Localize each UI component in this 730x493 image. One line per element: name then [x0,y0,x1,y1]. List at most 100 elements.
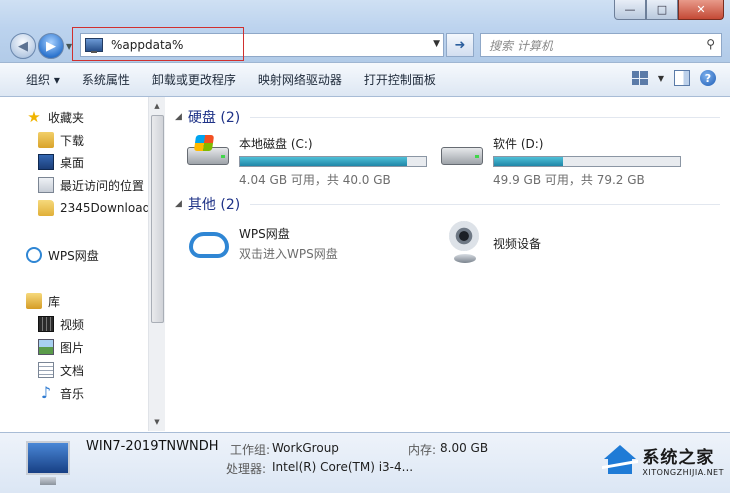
house-logo-icon [602,445,639,475]
drive-space-info: 4.04 GB 可用，共 40.0 GB [239,173,391,187]
nav-label: 文档 [60,363,85,378]
collapse-triangle-icon[interactable]: ◢ [175,112,182,122]
command-bar: 组织 ▾ 系统属性 卸载或更改程序 映射网络驱动器 打开控制面板 ▼ ? [0,63,730,97]
video-device-item[interactable]: 视频设备 [447,221,541,265]
nav-label: 音乐 [60,386,85,401]
video-icon [38,316,54,332]
minimize-button[interactable]: — [614,0,646,20]
nav-label: 视频 [60,317,85,332]
uninstall-program-button[interactable]: 卸载或更改程序 [141,71,247,88]
computer-icon [26,441,70,485]
hard-drive-icon [441,135,485,171]
search-input[interactable]: 搜索 计算机 [489,37,553,54]
explorer-window: — □ ✕ ◀ ▶ ▼ %appdata% ▼ ➜ 搜索 计算机 ⚲ 组织 ▾ … [0,0,730,493]
nav-item-desktop[interactable]: 桌面 [38,152,84,172]
item-description: 双击进入WPS网盘 [239,247,338,261]
memory-label: 内存: [408,443,437,457]
nav-item-2345downloads[interactable]: 2345Downloads [38,198,148,218]
item-name: WPS网盘 [239,227,290,241]
content-pane: ◢ 硬盘 (2) 本地磁盘 (C:) 4.04 GB 可用，共 40.0 GB … [165,97,730,431]
watermark-title: 系统之家 [642,448,715,468]
maximize-button[interactable]: □ [646,0,678,20]
group-header-other[interactable]: ◢ 其他 (2) [175,194,720,214]
navigation-pane: ★ 收藏夹 下载 桌面 最近访问的位置 2345Downloads WPS网盘 … [0,97,165,431]
map-network-drive-button[interactable]: 映射网络驱动器 [247,71,353,88]
drive-usage-bar [493,156,681,167]
navigation-tree: ★ 收藏夹 下载 桌面 最近访问的位置 2345Downloads WPS网盘 … [0,97,148,431]
workgroup-label: 工作组: [230,443,271,457]
cpu-value: Intel(R) Core(TM) i3-4... [272,460,414,474]
library-icon [26,293,42,309]
drive-name: 软件 (D:) [493,137,544,151]
document-icon [38,362,54,378]
preview-pane-icon[interactable] [674,70,690,86]
nav-item-videos[interactable]: 视频 [38,314,84,334]
nav-label: 库 [48,294,61,309]
go-button[interactable]: ➜ [446,33,474,57]
group-title: 硬盘 (2) [187,110,241,126]
group-title: 其他 (2) [187,197,241,213]
nav-item-music[interactable]: ♪ 音乐 [38,383,84,403]
forward-arrow-icon: ▶ [46,38,56,54]
drive-name: 本地磁盘 (C:) [239,137,313,151]
site-watermark: 系统之家 XITONGZHIJIA.NET [602,443,724,477]
title-bar: — □ ✕ ◀ ▶ ▼ %appdata% ▼ ➜ 搜索 计算机 ⚲ [0,0,730,63]
open-control-panel-button[interactable]: 打开控制面板 [353,71,447,88]
nav-item-recent[interactable]: 最近访问的位置 [38,175,144,195]
scroll-up-icon[interactable]: ▲ [149,99,165,113]
nav-scrollbar[interactable]: ▲ ▼ [148,97,165,431]
scroll-down-icon[interactable]: ▼ [149,415,165,429]
scroll-thumb[interactable] [151,115,164,323]
computer-name: WIN7-2019TNWNDH [86,439,219,454]
group-divider [250,203,720,205]
webcam-icon [447,221,483,265]
nav-item-documents[interactable]: 文档 [38,360,84,380]
nav-item-libraries[interactable]: 库 [26,291,60,311]
system-drive-icon [187,135,231,171]
group-header-hdd[interactable]: ◢ 硬盘 (2) [175,107,720,127]
workgroup-value: WorkGroup [272,441,339,455]
recent-places-icon [38,177,54,193]
search-icon[interactable]: ⚲ [706,37,715,51]
folder-icon [38,200,54,216]
nav-label: 图片 [60,340,85,355]
star-icon: ★ [27,108,41,126]
nav-label: 桌面 [60,155,85,170]
back-button[interactable]: ◀ [10,33,36,59]
nav-item-wps[interactable]: WPS网盘 [26,245,99,265]
nav-label: 下载 [60,133,85,148]
wps-cloud-item[interactable]: WPS网盘 双击进入WPS网盘 [187,225,338,262]
forward-button[interactable]: ▶ [38,33,64,59]
back-arrow-icon: ◀ [18,38,28,54]
nav-item-downloads[interactable]: 下载 [38,130,84,150]
help-icon[interactable]: ? [700,70,716,86]
nav-label: 收藏夹 [48,110,85,125]
details-pane: WIN7-2019TNWNDH 工作组: WorkGroup 内存: 8.00 … [0,432,730,493]
drive-d[interactable]: 软件 (D:) 49.9 GB 可用，共 79.2 GB [441,135,681,188]
collapse-triangle-icon[interactable]: ◢ [175,199,182,209]
cloud-icon [187,226,235,262]
drive-space-info: 49.9 GB 可用，共 79.2 GB [493,173,645,187]
music-note-icon: ♪ [40,383,52,402]
group-divider [250,116,720,118]
cloud-icon [26,247,42,263]
system-properties-button[interactable]: 系统属性 [71,71,141,88]
nav-label: WPS网盘 [48,248,99,263]
annotation-highlight-box [72,27,244,61]
view-dropdown-icon[interactable]: ▼ [658,74,664,83]
change-view-icon[interactable] [631,71,648,85]
desktop-icon [38,154,54,170]
item-name: 视频设备 [493,236,542,251]
nav-item-favorites[interactable]: ★ 收藏夹 [26,107,84,127]
picture-icon [38,339,54,355]
organize-button[interactable]: 组织 ▾ [0,71,71,88]
nav-label: 2345Downloads [60,201,148,215]
nav-item-pictures[interactable]: 图片 [38,337,84,357]
search-box[interactable]: 搜索 计算机 ⚲ [480,33,722,57]
close-button[interactable]: ✕ [678,0,724,20]
address-dropdown-icon[interactable]: ▼ [433,39,440,49]
drive-c[interactable]: 本地磁盘 (C:) 4.04 GB 可用，共 40.0 GB [187,135,427,188]
cpu-label: 处理器: [226,462,267,476]
go-arrow-icon: ➜ [454,37,466,53]
downloads-folder-icon [38,132,54,148]
